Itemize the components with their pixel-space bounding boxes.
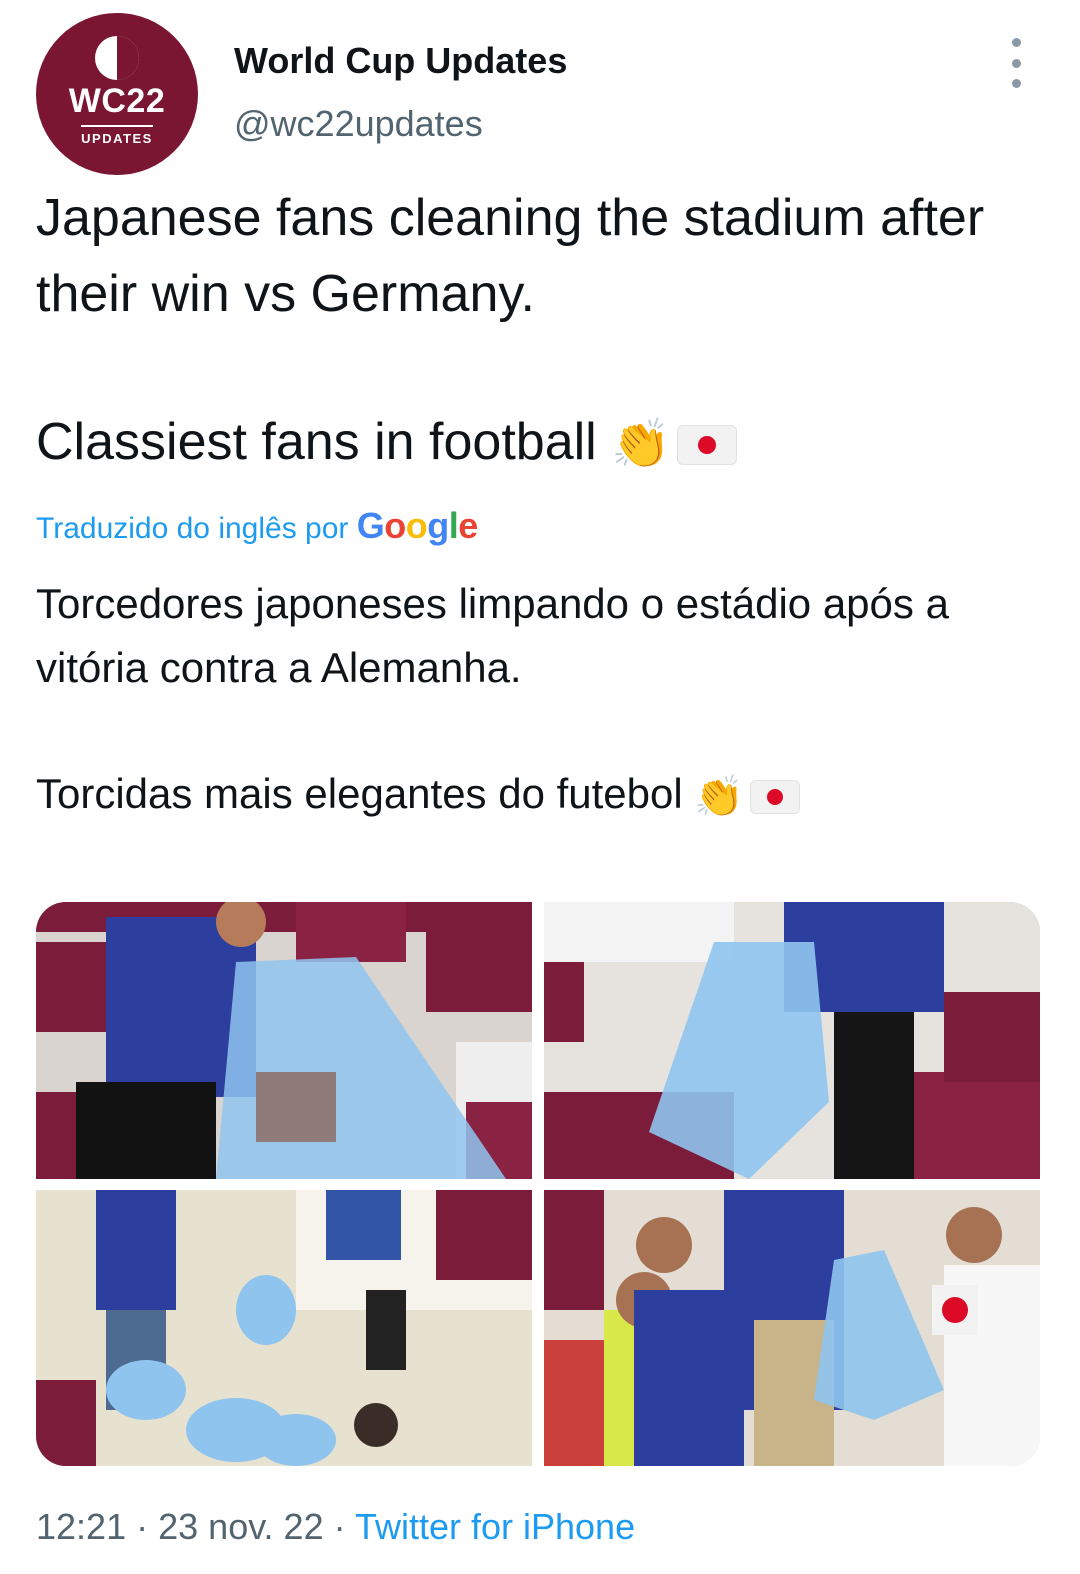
- separator: ·: [333, 1506, 346, 1547]
- handle[interactable]: @wc22updates: [234, 103, 483, 145]
- tweet-time: 12:21: [36, 1506, 127, 1547]
- photo-2[interactable]: [544, 902, 1040, 1179]
- tweet-date: 23 nov. 22: [158, 1506, 324, 1547]
- tweet-text-line2-label: Classiest fans in football: [36, 413, 597, 471]
- tweet-text-line1: Japanese fans cleaning the stadium after…: [36, 189, 985, 323]
- avatar[interactable]: WC22 UPDATES: [36, 13, 198, 175]
- tweet-source-link[interactable]: Twitter for iPhone: [355, 1506, 635, 1547]
- photo-4[interactable]: [544, 1190, 1040, 1466]
- tweet-text-line2: Classiest fans in football 👏: [36, 404, 1046, 483]
- translated-text-line2-label: Torcidas mais elegantes do futebol: [36, 770, 683, 817]
- clapping-hands-icon: 👏: [694, 774, 745, 819]
- tweet-metadata: 12:21 · 23 nov. 22 · Twitter for iPhone: [36, 1506, 635, 1548]
- japan-flag-icon: [750, 779, 801, 814]
- google-logo: Google: [356, 505, 479, 546]
- photo-3[interactable]: [36, 1190, 532, 1466]
- translated-text-line2: Torcidas mais elegantes do futebol 👏: [36, 762, 1046, 829]
- japan-flag-icon: [676, 425, 737, 466]
- translation-label: Traduzido do inglês por: [36, 512, 349, 545]
- media-grid: [36, 902, 1040, 1466]
- photo-1[interactable]: [36, 902, 532, 1179]
- translation-attribution[interactable]: Traduzido do inglês por Google: [36, 505, 478, 547]
- avatar-subtext: UPDATES: [81, 125, 153, 146]
- qatar-emblem-icon: [95, 36, 139, 80]
- clapping-hands-icon: 👏: [611, 418, 671, 472]
- display-name[interactable]: World Cup Updates: [234, 40, 567, 82]
- more-options-icon[interactable]: [996, 38, 1036, 88]
- avatar-brand-text: WC22: [68, 82, 166, 120]
- translated-text-line1: Torcedores japoneses limpando o estádio …: [36, 580, 949, 691]
- separator: ·: [136, 1506, 149, 1547]
